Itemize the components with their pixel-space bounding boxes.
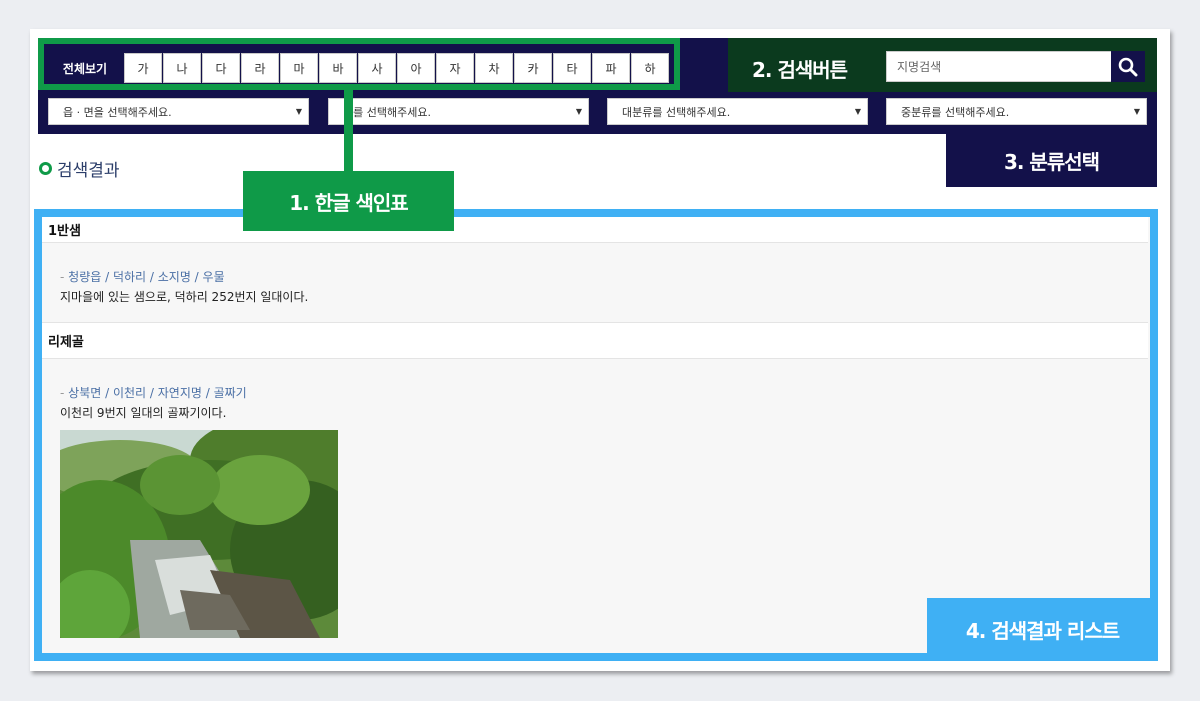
dropdown-arrow-icon: ▼ bbox=[295, 107, 302, 116]
major-category-label: 대분류를 선택해주세요. bbox=[622, 105, 731, 119]
valley-photo bbox=[60, 430, 338, 638]
category-annotation-label: 3. 분류선택 bbox=[946, 134, 1157, 187]
result-title: 검색결과 bbox=[39, 156, 120, 181]
list-item-path[interactable]: - 청량읍 / 덕하리 / 소지명 / 우물 bbox=[60, 268, 225, 285]
hangul-index-annotation-label: 1. 한글 색인표 bbox=[243, 171, 454, 231]
town-select-label: 읍 · 면을 선택해주세요. bbox=[63, 105, 172, 119]
bullet-circle-icon bbox=[39, 162, 52, 175]
path-dash: - bbox=[60, 386, 69, 400]
path-dash: - bbox=[60, 270, 69, 284]
major-category-select[interactable]: 대분류를 선택해주세요. ▼ bbox=[607, 98, 868, 125]
tab-index-12[interactable]: 타 bbox=[553, 53, 591, 83]
tab-index-14[interactable]: 하 bbox=[631, 53, 669, 83]
list-item-title[interactable]: 1반샘 bbox=[42, 217, 1148, 243]
tab-index-10[interactable]: 차 bbox=[475, 53, 513, 83]
tab-index-9[interactable]: 자 bbox=[436, 53, 474, 83]
list-item-title[interactable]: 리제골 bbox=[42, 323, 1148, 359]
list-item-path-text: 상북면 / 이천리 / 자연지명 / 골짜기 bbox=[68, 386, 247, 400]
dropdown-arrow-icon: ▼ bbox=[575, 107, 582, 116]
town-select[interactable]: 읍 · 면을 선택해주세요. ▼ bbox=[48, 98, 309, 125]
result-title-text: 검색결과 bbox=[57, 161, 120, 181]
list-item-desc: 이천리 9번지 일대의 골짜기이다. bbox=[60, 406, 227, 420]
result-list-annotation-label: 4. 검색결과 리스트 bbox=[927, 598, 1158, 660]
tab-index-1[interactable]: 가 bbox=[124, 53, 162, 83]
tab-index-6[interactable]: 바 bbox=[319, 53, 357, 83]
minor-category-select[interactable]: 중분류를 선택해주세요. ▼ bbox=[886, 98, 1147, 125]
tab-index-11[interactable]: 카 bbox=[514, 53, 552, 83]
tab-index-7[interactable]: 사 bbox=[358, 53, 396, 83]
tab-index-0[interactable]: 전체보기 bbox=[49, 53, 121, 83]
tab-index-13[interactable]: 파 bbox=[592, 53, 630, 83]
village-select-label: 리를 선택해주세요. bbox=[343, 105, 431, 119]
village-select[interactable]: 리를 선택해주세요. ▼ bbox=[328, 98, 589, 125]
dropdown-arrow-icon: ▼ bbox=[854, 107, 861, 116]
search-button[interactable] bbox=[1111, 51, 1145, 82]
list-item-path[interactable]: - 상북면 / 이천리 / 자연지명 / 골짜기 bbox=[60, 384, 247, 401]
tab-index-3[interactable]: 다 bbox=[202, 53, 240, 83]
list-item-desc: 지마을에 있는 샘으로, 덕하리 252번지 일대이다. bbox=[60, 290, 309, 304]
list-item-path-text: 청량읍 / 덕하리 / 소지명 / 우물 bbox=[68, 270, 225, 284]
tab-index-8[interactable]: 아 bbox=[397, 53, 435, 83]
annotation-connector bbox=[344, 89, 353, 171]
tab-index-4[interactable]: 라 bbox=[241, 53, 279, 83]
search-annotation-label: 2. 검색버튼 bbox=[752, 58, 848, 82]
tab-index-2[interactable]: 나 bbox=[163, 53, 201, 83]
minor-category-label: 중분류를 선택해주세요. bbox=[901, 105, 1010, 119]
search-icon bbox=[1118, 57, 1138, 76]
dropdown-arrow-icon: ▼ bbox=[1133, 107, 1140, 116]
search-input[interactable] bbox=[886, 51, 1112, 82]
tab-index-5[interactable]: 마 bbox=[280, 53, 318, 83]
